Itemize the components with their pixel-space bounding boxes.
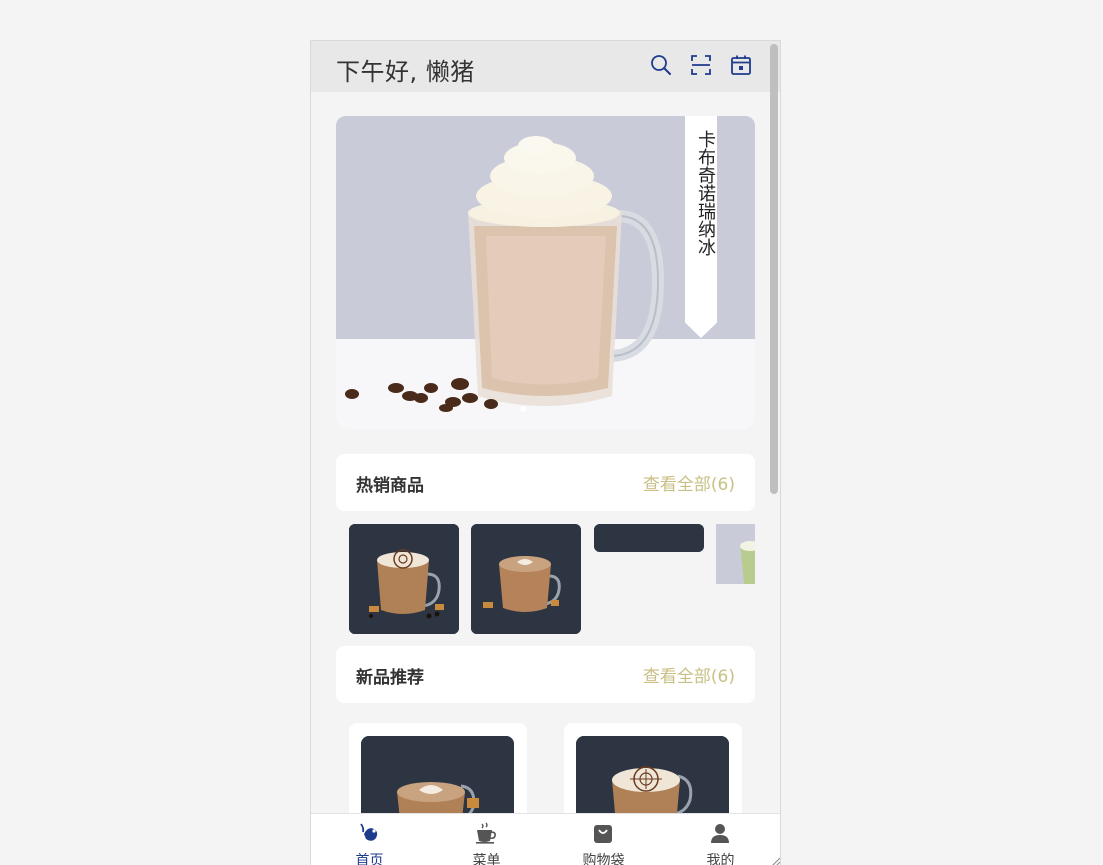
hot-products-view-all-link[interactable]: 查看全部(6) [643, 470, 735, 495]
tab-home[interactable]: 首页 [311, 814, 428, 865]
bottom-tab-bar: 首页 菜单 购物袋 我的 [311, 813, 780, 865]
tab-bag[interactable]: 购物袋 [545, 814, 662, 865]
tab-profile[interactable]: 我的 [662, 814, 779, 865]
scan-icon[interactable] [690, 54, 712, 76]
greeting-title: 下午好, 懒猪 [336, 58, 475, 86]
hot-product-thumb[interactable] [349, 524, 459, 634]
header-bar: 下午好, 懒猪 [311, 41, 780, 92]
search-icon[interactable] [650, 54, 672, 76]
home-icon [358, 822, 380, 844]
scrollbar-thumb[interactable] [770, 44, 778, 494]
resize-grip-icon[interactable] [769, 853, 780, 865]
promo-banner[interactable]: 卡布奇诺瑞纳冰 [336, 116, 755, 429]
tab-menu-label: 菜单 [472, 853, 501, 865]
new-products-header: 新品推荐 查看全部(6) [336, 646, 755, 703]
hot-product-thumb[interactable] [594, 524, 704, 552]
tab-menu[interactable]: 菜单 [428, 814, 545, 865]
new-products-view-all-link[interactable]: 查看全部(6) [643, 662, 735, 687]
tab-bag-label: 购物袋 [582, 853, 625, 865]
tab-home-label: 首页 [355, 853, 384, 865]
hot-product-thumb[interactable] [716, 524, 755, 584]
banner-product-name: 卡布奇诺瑞纳冰 [695, 130, 716, 256]
app-window: 下午好, 懒猪 卡布奇诺瑞纳冰 热销商品 查看全部(6) 新品推荐 查看全部(6… [310, 40, 781, 865]
tab-profile-label: 我的 [706, 853, 735, 865]
banner-product-tag: 卡布奇诺瑞纳冰 [685, 116, 717, 338]
user-icon [709, 822, 731, 844]
hot-products-title: 热销商品 [356, 476, 424, 496]
hot-products-header: 热销商品 查看全部(6) [336, 454, 755, 511]
bag-icon [592, 822, 614, 844]
calendar-icon[interactable] [730, 54, 752, 76]
hot-product-thumb[interactable] [471, 524, 581, 634]
new-products-title: 新品推荐 [356, 668, 424, 688]
carousel-dot[interactable] [520, 406, 526, 412]
cup-icon [475, 822, 497, 844]
